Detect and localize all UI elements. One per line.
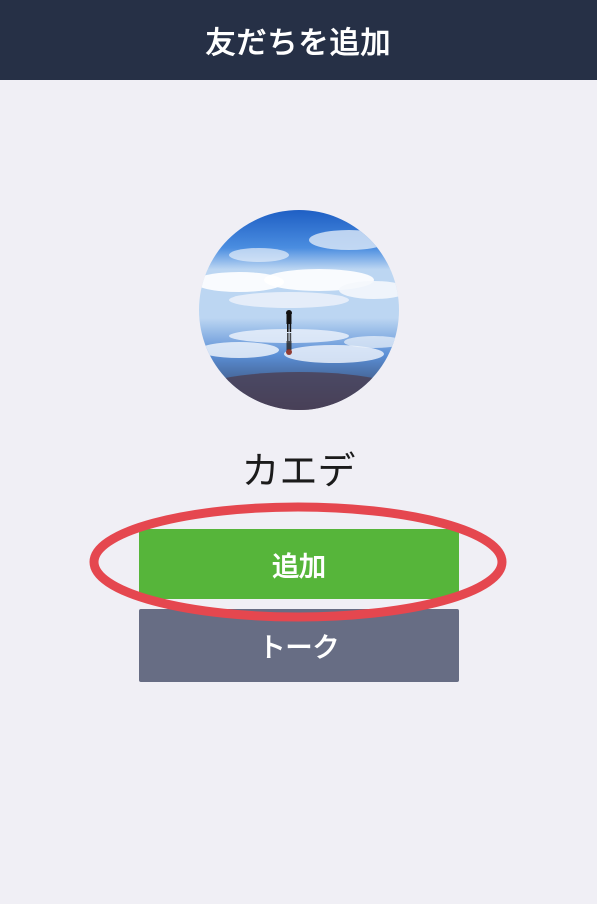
page-title: 友だちを追加 (205, 26, 392, 61)
header-bar: 友だちを追加 (0, 0, 597, 80)
add-friend-button[interactable]: 追加 (139, 529, 459, 599)
profile-name: カエデ (241, 449, 356, 493)
talk-button[interactable]: トーク (139, 609, 459, 682)
landscape-photo-avatar-icon (199, 210, 399, 410)
avatar (199, 210, 399, 410)
